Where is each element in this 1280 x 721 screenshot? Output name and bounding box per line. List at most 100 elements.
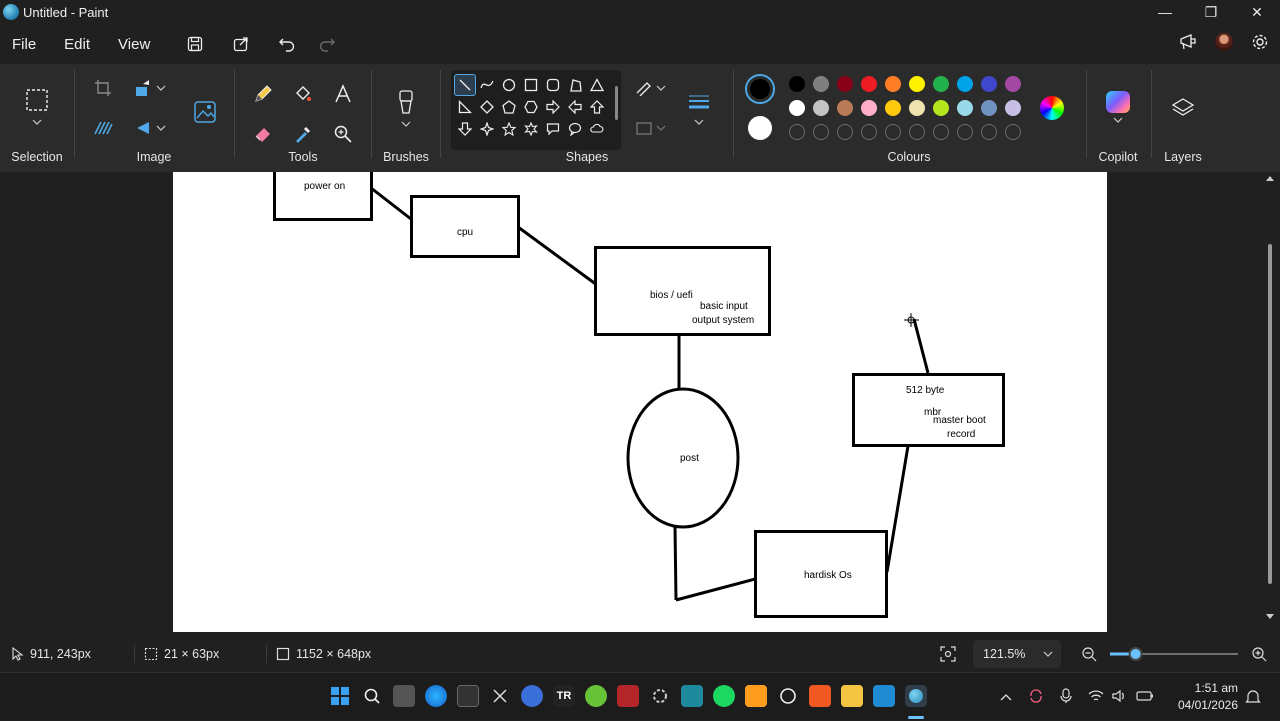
chevron-up-icon[interactable] — [996, 690, 1016, 704]
oval-callout-shape-icon[interactable] — [564, 118, 586, 140]
custom-color-slot[interactable] — [813, 124, 829, 140]
custom-color-slot[interactable] — [957, 124, 973, 140]
custom-color-slot[interactable] — [789, 124, 805, 140]
search-icon[interactable] — [361, 685, 383, 707]
five-point-star-shape-icon[interactable] — [498, 118, 520, 140]
paint-taskbar-icon[interactable] — [905, 685, 927, 707]
clock[interactable]: 1:51 am 04/01/2026 — [1168, 673, 1238, 721]
vscode-icon[interactable] — [873, 685, 895, 707]
color-swatch[interactable] — [981, 100, 997, 116]
polygon-shape-icon[interactable] — [564, 74, 586, 96]
utorrent-icon[interactable] — [585, 685, 607, 707]
resize-chevron-down-icon[interactable] — [153, 74, 169, 102]
curve-shape-icon[interactable] — [476, 74, 498, 96]
canvas-area[interactable]: power on cpu bios / uefi basic input out… — [0, 172, 1280, 636]
four-point-star-shape-icon[interactable] — [476, 118, 498, 140]
zoom-dropdown[interactable]: 121.5% — [973, 640, 1061, 668]
layers-icon[interactable] — [1169, 94, 1197, 122]
secondary-color-swatch[interactable] — [748, 116, 772, 140]
custom-color-slot[interactable] — [981, 124, 997, 140]
custom-color-slot[interactable] — [885, 124, 901, 140]
wifi-icon[interactable] — [1088, 689, 1104, 706]
primary-color-swatch[interactable] — [745, 74, 775, 104]
terminal-icon[interactable] — [457, 685, 479, 707]
menu-file[interactable]: File — [0, 29, 48, 59]
task-view-icon[interactable] — [393, 685, 415, 707]
profile-avatar[interactable] — [1210, 28, 1238, 56]
color-swatch[interactable] — [813, 100, 829, 116]
eraser-icon[interactable] — [249, 120, 277, 148]
xampp-icon[interactable] — [809, 685, 831, 707]
edge-browser-icon[interactable] — [425, 685, 447, 707]
notification-icon[interactable] — [1245, 673, 1261, 721]
feedback-icon[interactable] — [1174, 28, 1202, 56]
windows-start-icon[interactable] — [329, 685, 351, 707]
maximize-button[interactable]: ❐ — [1188, 0, 1234, 24]
vertical-scrollbar[interactable] — [1263, 172, 1277, 622]
color-swatch[interactable] — [933, 100, 949, 116]
up-arrow-shape-icon[interactable] — [586, 96, 608, 118]
settings-icon[interactable] — [649, 685, 671, 707]
color-swatch[interactable] — [957, 76, 973, 92]
left-arrow-shape-icon[interactable] — [564, 96, 586, 118]
color-swatch[interactable] — [957, 100, 973, 116]
edit-colours-icon[interactable] — [1038, 94, 1066, 122]
rotate-chevron-down-icon[interactable] — [153, 114, 169, 142]
zoom-out-icon[interactable] — [1081, 636, 1097, 672]
chatgpt-icon[interactable] — [777, 685, 799, 707]
outline-chevron-down-icon[interactable] — [653, 74, 669, 102]
settings-gear-icon[interactable] — [1246, 28, 1274, 56]
custom-color-slot[interactable] — [1005, 124, 1021, 140]
microphone-icon[interactable] — [1060, 687, 1072, 707]
redo-icon[interactable] — [312, 29, 342, 59]
file-explorer-icon[interactable] — [841, 685, 863, 707]
sync-icon[interactable] — [1028, 688, 1044, 707]
custom-color-slot[interactable] — [837, 124, 853, 140]
menu-edit[interactable]: Edit — [52, 29, 102, 59]
line-shape-icon[interactable] — [454, 74, 476, 96]
menu-view[interactable]: View — [106, 29, 162, 59]
app-icon[interactable] — [681, 685, 703, 707]
color-swatch[interactable] — [933, 76, 949, 92]
rectangular-callout-shape-icon[interactable] — [542, 118, 564, 140]
color-swatch[interactable] — [1005, 100, 1021, 116]
color-swatch[interactable] — [789, 100, 805, 116]
color-swatch[interactable] — [789, 76, 805, 92]
crop-icon[interactable] — [89, 74, 117, 102]
color-swatch[interactable] — [837, 100, 853, 116]
drawing-canvas[interactable]: power on cpu bios / uefi basic input out… — [173, 172, 1107, 632]
image-generator-icon[interactable] — [191, 98, 219, 126]
zoom-slider[interactable] — [1108, 636, 1240, 672]
text-tool-icon[interactable] — [329, 80, 357, 108]
rounded-rectangle-shape-icon[interactable] — [542, 74, 564, 96]
rectangle-select-icon[interactable] — [23, 86, 51, 114]
game-app-icon[interactable] — [617, 685, 639, 707]
minimize-button[interactable]: — — [1142, 0, 1188, 24]
color-swatch[interactable] — [981, 76, 997, 92]
pentagon-shape-icon[interactable] — [498, 96, 520, 118]
snipping-tool-icon[interactable] — [489, 685, 511, 707]
share-icon[interactable] — [226, 29, 256, 59]
oval-shape-icon[interactable] — [498, 74, 520, 96]
custom-color-slot[interactable] — [909, 124, 925, 140]
right-triangle-shape-icon[interactable] — [454, 96, 476, 118]
color-swatch[interactable] — [909, 76, 925, 92]
color-swatch[interactable] — [909, 100, 925, 116]
hexagon-shape-icon[interactable] — [520, 96, 542, 118]
volume-icon[interactable] — [1112, 689, 1128, 706]
size-icon[interactable] — [685, 88, 713, 116]
color-swatch[interactable] — [885, 100, 901, 116]
right-arrow-shape-icon[interactable] — [542, 96, 564, 118]
sublime-text-icon[interactable] — [745, 685, 767, 707]
color-swatch[interactable] — [813, 76, 829, 92]
tr-app-icon[interactable]: TR — [553, 685, 575, 707]
undo-icon[interactable] — [272, 29, 302, 59]
brushes-chevron-down-icon[interactable] — [392, 116, 420, 132]
color-picker-icon[interactable] — [289, 120, 317, 148]
battery-icon[interactable] — [1136, 690, 1154, 705]
fill-chevron-down-icon[interactable] — [653, 114, 669, 142]
six-point-star-shape-icon[interactable] — [520, 118, 542, 140]
color-swatch[interactable] — [861, 100, 877, 116]
save-icon[interactable] — [180, 29, 210, 59]
down-arrow-shape-icon[interactable] — [454, 118, 476, 140]
